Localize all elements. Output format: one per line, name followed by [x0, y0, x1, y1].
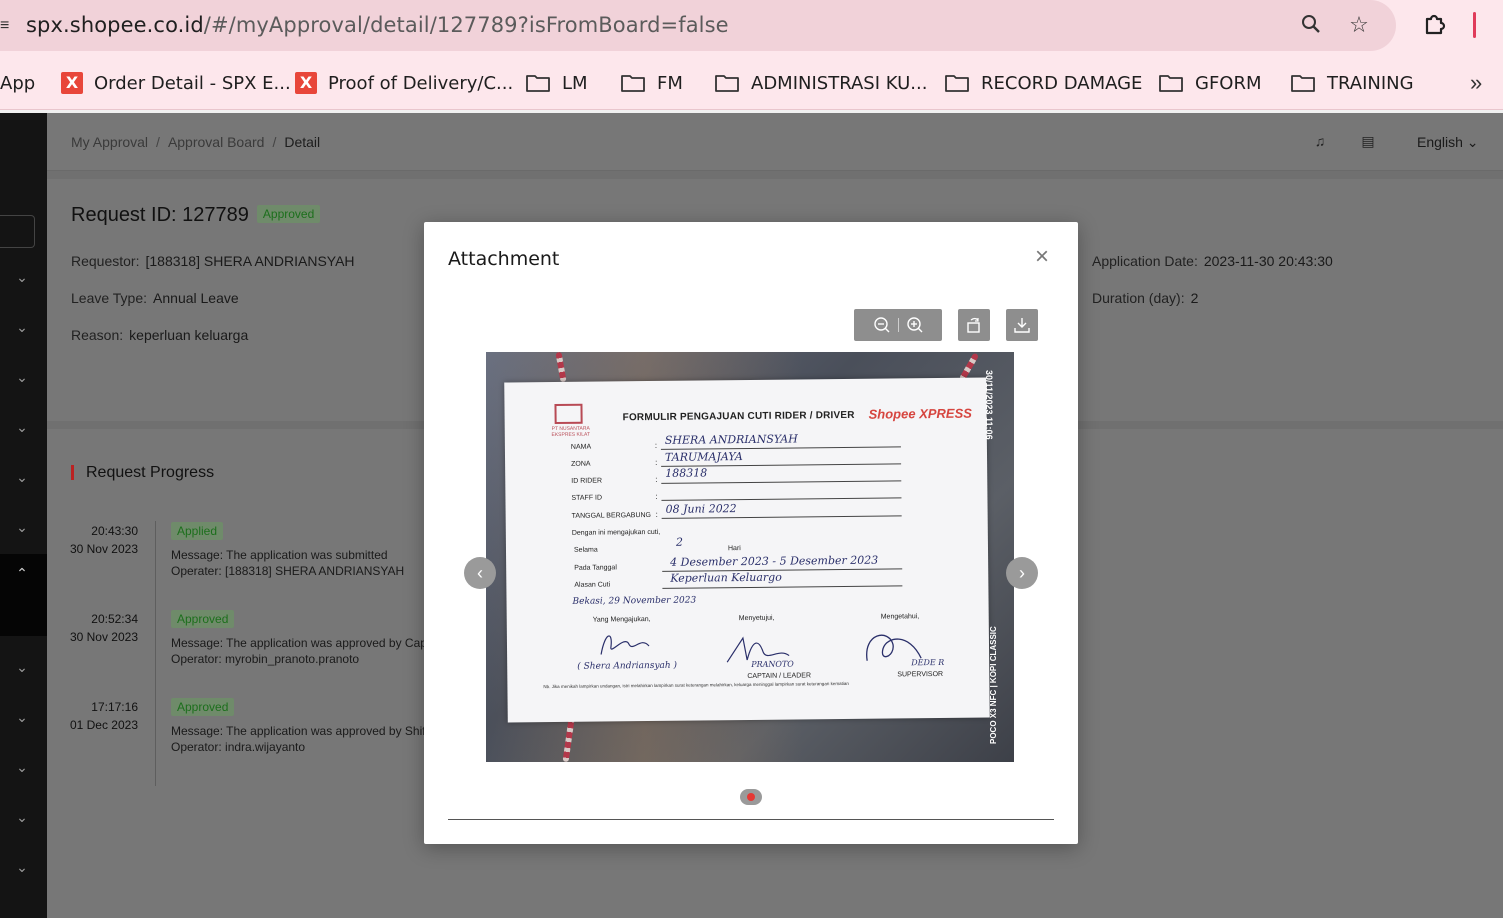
timeline-time: 20:52:34 30 Nov 2023 — [69, 612, 138, 644]
breadcrumb-detail: Detail — [284, 134, 321, 150]
profile-indicator[interactable] — [1473, 12, 1476, 38]
attachment-image[interactable]: PT NUSANTARA EKSPRES KILAT FORMULIR PENG… — [486, 352, 1014, 762]
requestor-field: Requestor: [188318] SHERA ANDRIANSYAH — [71, 253, 355, 269]
attachment-modal: Attachment × PT NUSANTARA EKSPRES KILAT … — [424, 222, 1078, 844]
breadcrumb: My Approval / Approval Board / Detail — [71, 134, 321, 150]
form-title: FORMULIR PENGAJUAN CUTI RIDER / DRIVER — [622, 409, 855, 424]
timeline-message: Message: The application was approved by… — [171, 724, 425, 754]
bookmark-proof-of-delivery[interactable]: X Proof of Delivery/C... — [295, 70, 513, 96]
folder-icon — [715, 75, 739, 92]
extensions-icon[interactable] — [1422, 10, 1450, 38]
site-info-icon[interactable]: ≡ — [0, 17, 10, 35]
bookmark-folder-gform[interactable]: GFORM — [1159, 70, 1262, 96]
chevron-up-icon[interactable]: ⌃ — [14, 565, 30, 581]
chevron-down-icon[interactable]: ⌄ — [14, 469, 30, 485]
download-button[interactable] — [1006, 309, 1038, 341]
folder-icon — [945, 75, 969, 92]
top-navigation: My Approval / Approval Board / Detail ♫ … — [47, 113, 1503, 171]
folder-icon — [1291, 75, 1315, 92]
reason-field: Reason: keperluan keluarga — [71, 327, 249, 343]
status-badge: Approved — [256, 205, 321, 223]
timeline-time: 20:43:30 30 Nov 2023 — [69, 524, 138, 556]
chevron-down-icon[interactable]: ⌄ — [14, 419, 30, 435]
chevron-down-icon[interactable]: ⌄ — [14, 859, 30, 875]
bookmarks-bar: App X Order Detail - SPX E... X Proof of D… — [0, 57, 1503, 110]
photo-device-stamp: POCO X3 NFC | KOPI CLASSIC — [989, 626, 998, 744]
address-bar[interactable]: ≡ spx.shopee.co.id/#/myApproval/detail/1… — [0, 0, 1396, 51]
chevron-down-icon[interactable]: ⌄ — [14, 319, 30, 335]
timeline-message: Message: The application was approved by… — [171, 636, 425, 666]
rotate-button[interactable] — [958, 309, 990, 341]
double-chevron-right-icon[interactable]: » — [1470, 70, 1482, 96]
zoom-in-icon[interactable] — [899, 309, 931, 341]
url-text[interactable]: spx.shopee.co.id/#/myApproval/detail/127… — [26, 13, 729, 37]
sidebar-search-box[interactable] — [0, 215, 35, 248]
bookmark-app[interactable]: App — [0, 70, 35, 96]
company-logo — [554, 403, 583, 425]
image-pagination-dot[interactable] — [740, 789, 762, 805]
spx-x-icon: X — [295, 72, 317, 94]
language-select[interactable]: English ⌄ — [1417, 134, 1479, 151]
zoom-out-icon[interactable] — [866, 309, 898, 341]
bookmark-folder-lm[interactable]: LM — [526, 70, 588, 96]
folder-icon — [621, 75, 645, 92]
folder-icon — [526, 75, 550, 92]
sidebar: ⌄ ⌄ ⌄ ⌄ ⌄ ⌄ ⌃ ⌄ ⌄ ⌄ ⌄ ⌄ — [0, 113, 47, 918]
zoom-icon[interactable] — [1298, 12, 1324, 38]
folder-icon — [1159, 75, 1183, 92]
zoom-controls — [854, 309, 942, 341]
bookmark-folder-administrasi[interactable]: ADMINISTRASI KU... — [715, 70, 927, 96]
section-title: Request Progress — [71, 465, 214, 481]
close-icon[interactable]: × — [1031, 245, 1053, 269]
chevron-down-icon[interactable]: ⌄ — [14, 369, 30, 385]
status-badge: Approved — [171, 698, 235, 716]
breadcrumb-approval-board[interactable]: Approval Board — [168, 134, 265, 150]
page-title: Request ID: 127789 Approved — [71, 204, 321, 227]
application-date-field: Application Date: 2023-11-30 20:43:30 — [1092, 253, 1333, 269]
photo-timestamp: 30/11/2023 11:06 — [984, 370, 994, 440]
status-badge: Approved — [171, 610, 235, 628]
download-icon — [1006, 309, 1038, 341]
modal-title: Attachment — [448, 248, 560, 270]
bookmark-folder-record-damage[interactable]: RECORD DAMAGE — [945, 70, 1142, 96]
modal-divider — [448, 819, 1054, 820]
leave-type-field: Leave Type: Annual Leave — [71, 290, 239, 306]
bell-icon[interactable]: ♫ — [1312, 133, 1328, 149]
next-image-button[interactable]: › — [1006, 557, 1038, 589]
timeline-time: 17:17:16 01 Dec 2023 — [69, 700, 138, 732]
browser-toolbar: ≡ spx.shopee.co.id/#/myApproval/detail/1… — [0, 0, 1503, 57]
timeline-line — [155, 521, 156, 786]
chevron-down-icon[interactable]: ⌄ — [14, 809, 30, 825]
duration-field: Duration (day): 2 — [1092, 290, 1199, 306]
bookmark-order-detail[interactable]: X Order Detail - SPX E... — [61, 70, 291, 96]
timeline-message: Message: The application was submitted Op… — [171, 548, 405, 578]
bookmark-folder-fm[interactable]: FM — [621, 70, 683, 96]
signature-requestor — [600, 635, 650, 655]
status-badge: Applied — [171, 522, 224, 540]
leave-form-document: PT NUSANTARA EKSPRES KILAT FORMULIR PENG… — [504, 377, 990, 723]
chevron-down-icon[interactable]: ⌄ — [14, 519, 30, 535]
chevron-down-icon[interactable]: ⌄ — [14, 659, 30, 675]
chevron-down-icon[interactable]: ⌄ — [14, 269, 30, 285]
spx-x-icon: X — [61, 72, 83, 94]
brand-logo: Shopee XPRESS — [868, 405, 972, 422]
clipboard-icon[interactable]: ▤ — [1360, 133, 1376, 149]
rotate-icon — [958, 309, 990, 341]
chevron-down-icon[interactable]: ⌄ — [14, 759, 30, 775]
bookmark-folder-training[interactable]: TRAINING — [1291, 70, 1414, 96]
previous-image-button[interactable]: ‹ — [464, 557, 496, 589]
bookmark-star-icon[interactable]: ☆ — [1346, 12, 1372, 38]
chevron-down-icon[interactable]: ⌄ — [14, 709, 30, 725]
breadcrumb-my-approval[interactable]: My Approval — [71, 134, 148, 150]
